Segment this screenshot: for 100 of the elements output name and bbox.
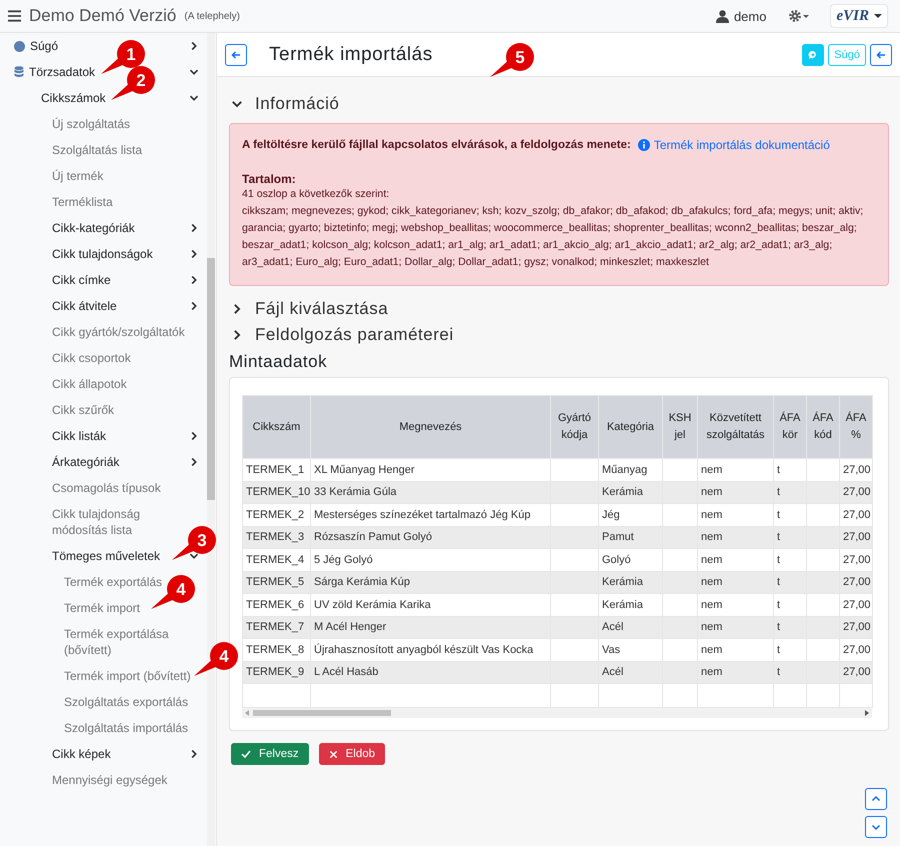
table-cell: Kerámia xyxy=(598,571,662,594)
table-cell: 27,00 xyxy=(840,661,872,684)
menu-link[interactable]: Cikk szűrők xyxy=(52,402,114,418)
menu-group[interactable]: Cikk tulajdonságok xyxy=(52,246,153,262)
arrow-left-icon xyxy=(876,50,886,60)
menu-link[interactable]: Cikk tulajdonság módosítás lista xyxy=(52,506,188,538)
menu-group[interactable]: Cikk átvitele xyxy=(52,298,117,314)
table-cell: nem xyxy=(698,526,774,548)
section-title: Mintaadatok xyxy=(229,352,328,372)
table-cell: TERMEK_7 xyxy=(242,616,310,638)
menu-group[interactable]: Cikk képek xyxy=(52,746,111,762)
confirm-button[interactable]: Felvesz xyxy=(231,743,309,765)
table-cell: Acél xyxy=(598,661,662,684)
menu-link[interactable]: Szolgáltatás exportálás xyxy=(64,694,188,710)
settings-icon[interactable] xyxy=(788,9,810,23)
table-cell: Golyó xyxy=(598,548,662,571)
table-cell: nem xyxy=(698,481,774,504)
menu-group[interactable]: Tömeges műveletek xyxy=(52,548,160,564)
menu-link[interactable]: Termék import xyxy=(64,600,140,616)
table-cell: Mesterséges színezéket tartalmazó Jég Kúp xyxy=(310,504,550,526)
table-cell: 27,00 xyxy=(840,481,872,504)
menu-group[interactable]: Törzsadatok xyxy=(29,64,96,80)
table-cell: 27,00 xyxy=(840,594,872,616)
app-title: Demo Demó Verzió xyxy=(29,6,176,26)
horizontal-scrollbar[interactable] xyxy=(242,708,872,718)
column-header: ÁFA kör xyxy=(774,396,806,458)
menu-link[interactable]: Termék exportálása (bővített) xyxy=(64,626,194,658)
table-cell: nem xyxy=(698,638,774,661)
discard-button[interactable]: Eldob xyxy=(318,743,386,765)
table-cell: M Acél Henger xyxy=(310,616,550,638)
column-header: ÁFA kód xyxy=(806,396,840,458)
table-cell: t xyxy=(774,638,806,661)
table-cell: 33 Kerámia Gúla xyxy=(310,481,550,504)
section-toggle[interactable]: Információ xyxy=(229,91,889,117)
menu-link[interactable]: Cikk állapotok xyxy=(52,376,127,392)
scroll-right-icon[interactable] xyxy=(865,710,869,716)
menu-link[interactable]: Termék exportálás xyxy=(64,574,162,590)
table-cell: Vas xyxy=(598,638,662,661)
menu-link[interactable]: Terméklista xyxy=(52,194,113,210)
back-button[interactable] xyxy=(870,44,892,66)
chevron-down-icon xyxy=(871,822,881,832)
scroll-down-button[interactable] xyxy=(865,816,887,838)
table-cell: L Acél Hasáb xyxy=(310,661,550,684)
table-cell: Sárga Kerámia Kúp xyxy=(310,571,550,594)
table-cell: 27,00 xyxy=(840,616,872,638)
table-cell: TERMEK_8 xyxy=(242,638,310,661)
table-cell: TERMEK_1 xyxy=(242,458,310,481)
column-list: cikkszam; megnevezes; gykod; cikk_kategorianev; ksh; kozv_szolg; db_afakor; db_afakod; db_afakulcs; ford_afa; megys; unit; aktiv; garancia; gyarto; biztetinfo; megj; webshop_beallitas; woocommerce_beallitas; shoprenter_beallitas; wconn2_beallitas; beszar_alg; beszar_adat1; kolcson_alg; kolcson_adat1; ar1_alg; ar1_adat1; ar1_akcio_alg; ar1_akcio_adat1; ar2_alg; ar2_adat1; ar3_alg; ar3_adat1; Euro_alg; Euro_adat1; Dollar_alg; Dollar_adat1; gysz; vonalkod; minkeszlet; maxkeszlet xyxy=(242,203,876,271)
table-cell: nem xyxy=(698,616,774,638)
menu-group[interactable]: Súgó xyxy=(30,38,58,54)
user-icon xyxy=(716,10,729,22)
scroll-up-button[interactable] xyxy=(865,788,887,810)
table-cell: 27,00 xyxy=(840,571,872,594)
column-header: ÁFA % xyxy=(840,396,872,458)
check-icon xyxy=(241,749,251,759)
column-header: Gyártó kódja xyxy=(550,396,598,458)
section-toggle[interactable]: Fájl kiválasztása xyxy=(229,296,889,322)
menu-link[interactable]: Mennyiségi egységek xyxy=(52,772,168,788)
section-toggle[interactable]: Feldolgozás paraméterei xyxy=(229,322,889,348)
menu-group[interactable]: Árkategóriák xyxy=(52,454,120,470)
menu-group[interactable]: Cikk-kategóriák xyxy=(52,220,135,236)
table-cell: t xyxy=(774,594,806,616)
database-icon xyxy=(14,66,24,78)
menu-link[interactable]: Csomagolás típusok xyxy=(52,480,161,496)
table-cell: Kerámia xyxy=(598,594,662,616)
scrollbar[interactable] xyxy=(207,33,215,846)
menu-link[interactable]: Új szolgáltatás xyxy=(52,116,130,132)
chevron-up-icon xyxy=(871,794,881,804)
table-cell: TERMEK_5 xyxy=(242,571,310,594)
user-name[interactable]: demo xyxy=(734,8,766,24)
table-cell: Jég xyxy=(598,504,662,526)
table-cell: 27,00 xyxy=(840,548,872,571)
menu-link[interactable]: Cikk gyártók/szolgáltatók xyxy=(52,324,185,340)
comment-icon xyxy=(808,50,818,60)
table-cell: Kerámia xyxy=(598,481,662,504)
table-cell: TERMEK_3 xyxy=(242,526,310,548)
menu-group[interactable]: Cikk listák xyxy=(52,428,106,444)
documentation-link[interactable]: Termék importálás dokumentáció xyxy=(654,138,830,152)
intro-text: A feltöltésre kerülő fájllal kapcsolatos elvárások, a feldolgozás menete: xyxy=(242,139,631,151)
table-cell: UV zöld Kerámia Karika xyxy=(310,594,550,616)
table-cell: t xyxy=(774,481,806,504)
menu-link[interactable]: Cikk csoportok xyxy=(52,350,131,366)
back-button[interactable] xyxy=(225,44,247,66)
info-icon xyxy=(638,139,650,151)
page-title: Termék importálás xyxy=(269,44,433,66)
table-cell: 5 Jég Golyó xyxy=(310,548,550,571)
table-cell: Újrahasznosított anyagból készült Vas Kocka xyxy=(310,638,550,661)
logo-menu[interactable]: eVIR xyxy=(830,4,888,28)
column-header: Cikkszám xyxy=(242,396,310,458)
menu-link[interactable]: Termék import (bővített) xyxy=(64,668,191,684)
menu-link[interactable]: Szolgáltatás lista xyxy=(52,142,142,158)
menu-link[interactable]: Szolgáltatás importálás xyxy=(64,720,188,736)
menu-icon[interactable] xyxy=(8,10,21,22)
menu-link[interactable]: Új termék xyxy=(52,168,104,184)
table-cell: 27,00 xyxy=(840,638,872,661)
column-header: Kategória xyxy=(598,396,662,458)
table-cell: TERMEK_6 xyxy=(242,594,310,616)
menu-group[interactable]: Cikk címke xyxy=(52,272,111,288)
menu-group[interactable]: Cikkszámok xyxy=(41,90,106,106)
table-cell: t xyxy=(774,616,806,638)
